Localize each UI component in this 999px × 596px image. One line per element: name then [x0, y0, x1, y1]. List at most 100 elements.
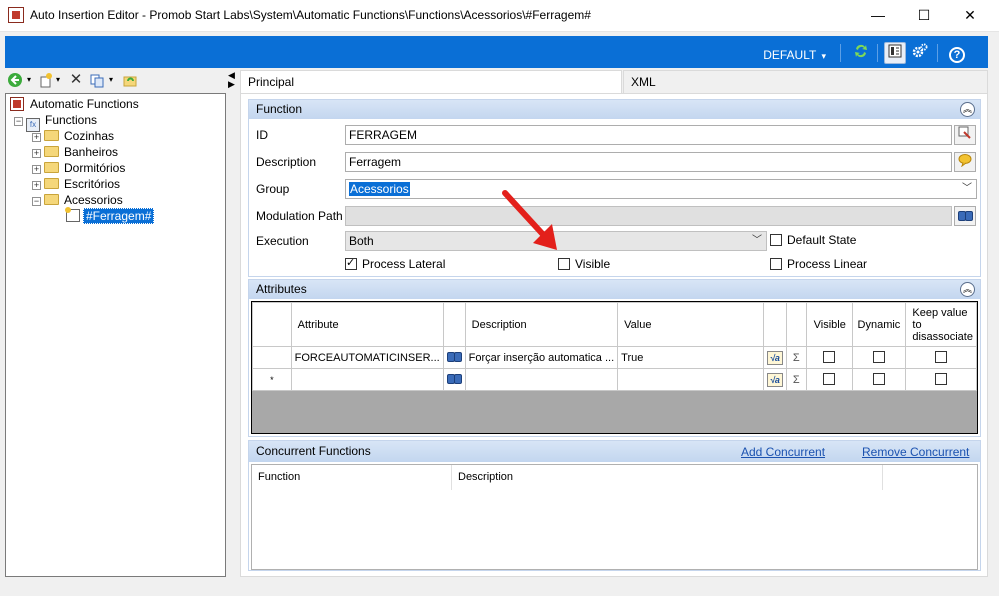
default-state-checkbox[interactable]: Default State [770, 233, 856, 247]
delete-icon[interactable]: ✕ [68, 72, 84, 88]
maximize-button[interactable]: ☐ [901, 0, 947, 30]
back-icon[interactable] [7, 72, 23, 88]
app-icon [8, 7, 24, 23]
tree-item-functions[interactable]: − fx Functions [14, 112, 99, 132]
attribute-cell[interactable] [290, 368, 444, 391]
collapse-icon[interactable]: ︽ [960, 282, 975, 297]
column-value[interactable]: Value [617, 302, 764, 347]
sigma-icon[interactable]: Σ [785, 346, 807, 369]
table-row-new[interactable]: * √a Σ [252, 368, 977, 391]
attribute-cell[interactable]: FORCEAUTOMATICINSER... [290, 346, 444, 369]
value-cell[interactable]: True [617, 346, 764, 369]
group-label: Group [256, 182, 290, 196]
id-label: ID [256, 128, 268, 142]
process-linear-checkbox[interactable]: Process Linear [770, 257, 867, 271]
profile-label: DEFAULT [763, 48, 817, 62]
function-panel: Function ︽ ID FERRAGEM Description Ferra… [248, 99, 981, 277]
profile-dropdown[interactable]: DEFAULT ▾ [763, 48, 826, 62]
modulation-path-label: Modulation Path [256, 209, 343, 223]
sigma-icon[interactable]: Σ [785, 368, 807, 391]
translate-icon[interactable] [954, 152, 976, 172]
settings-icon[interactable] [909, 42, 931, 64]
row-header-cell [252, 302, 292, 347]
keep-value-cell-checkbox[interactable] [905, 368, 977, 391]
execution-label: Execution [256, 234, 309, 248]
tree-item-cozinhas[interactable]: + Cozinhas [32, 128, 116, 144]
tree-item-banheiros[interactable]: + Banheiros [32, 144, 120, 160]
chevron-down-icon[interactable]: ▾ [109, 75, 113, 84]
function-tree: Automatic Functions − fx Functions + Cozinh… [5, 93, 226, 577]
table-row[interactable]: FORCEAUTOMATICINSER... Forçar inserção a… [252, 346, 977, 369]
id-pick-icon[interactable] [954, 125, 976, 145]
add-concurrent-link[interactable]: Add Concurrent [741, 445, 825, 459]
attributes-grid: Attribute Description Value Visible Dyna… [251, 301, 978, 434]
keep-value-cell-checkbox[interactable] [905, 346, 977, 369]
layout-icon[interactable] [884, 42, 906, 64]
attributes-panel-header: Attributes ︽ [249, 280, 980, 299]
window-title: Auto Insertion Editor - Promob Start Lab… [30, 8, 591, 22]
chevron-down-icon[interactable]: ▾ [56, 75, 60, 84]
column-attribute[interactable]: Attribute [290, 302, 444, 347]
search-binoculars-icon[interactable] [442, 346, 466, 369]
grid-header-row: Attribute Description Value Visible Dyna… [252, 302, 977, 347]
formula-icon[interactable]: √a [762, 346, 787, 369]
copy-icon[interactable] [89, 72, 105, 88]
process-lateral-checkbox[interactable]: Process Lateral [345, 256, 445, 271]
modulation-path-field[interactable] [345, 206, 952, 226]
description-field[interactable]: Ferragem [345, 152, 952, 172]
refresh-tree-icon[interactable] [122, 72, 138, 88]
expand-right-icon[interactable]: ▶ [228, 79, 235, 90]
toolbar-separator [937, 44, 938, 62]
visible-cell-checkbox[interactable] [805, 346, 853, 369]
dynamic-cell-checkbox[interactable] [851, 368, 907, 391]
id-field[interactable]: FERRAGEM [345, 125, 952, 145]
toolbar-separator [840, 44, 841, 62]
principal-content: Function ︽ ID FERRAGEM Description Ferra… [240, 93, 988, 577]
annotation-arrow-icon [502, 190, 557, 250]
concurrent-functions-list[interactable]: Function Description [251, 464, 978, 570]
tree-toolbar: ▾ ▾ ✕ ▾ [5, 72, 225, 92]
tree-root[interactable]: Automatic Functions [10, 96, 141, 112]
search-binoculars-icon[interactable] [442, 368, 466, 391]
concurrent-functions-panel: Concurrent Functions Add Concurrent Remo… [248, 440, 981, 571]
description-label: Description [256, 155, 317, 169]
tab-xml[interactable]: XML [623, 70, 988, 93]
search-binoculars-icon[interactable] [954, 206, 976, 226]
main-toolbar: DEFAULT ▾ ? [5, 36, 988, 68]
column-dynamic[interactable]: Dynamic [851, 302, 907, 347]
formula-icon[interactable]: √a [762, 368, 787, 391]
tree-item-escritorios[interactable]: + Escritórios [32, 176, 122, 192]
group-select[interactable]: Acessorios ﹀ [345, 179, 977, 199]
execution-value: Both [349, 234, 374, 248]
description-cell[interactable] [464, 368, 619, 391]
visible-cell-checkbox[interactable] [805, 368, 853, 391]
column-function[interactable]: Function [252, 465, 452, 490]
description-cell[interactable]: Forçar inserção automatica ... [464, 346, 619, 369]
collapse-icon[interactable]: ︽ [960, 102, 975, 117]
column-description[interactable]: Description [452, 465, 883, 490]
tree-item-ferragem[interactable]: #Ferragem# [65, 207, 155, 224]
chevron-down-icon[interactable]: ▾ [27, 75, 31, 84]
toolbar-separator [877, 44, 878, 62]
remove-concurrent-link[interactable]: Remove Concurrent [862, 445, 969, 459]
visible-checkbox[interactable]: Visible [558, 257, 610, 271]
dynamic-cell-checkbox[interactable] [851, 346, 907, 369]
tree-item-acessorios[interactable]: − Acessorios [32, 192, 125, 208]
chevron-down-icon: ▾ [821, 51, 826, 61]
help-icon[interactable]: ? [946, 42, 968, 64]
close-button[interactable]: ✕ [947, 0, 993, 30]
new-item-icon[interactable] [38, 72, 54, 88]
title-bar: Auto Insertion Editor - Promob Start Lab… [0, 0, 999, 32]
minimize-button[interactable]: — [855, 0, 901, 30]
chevron-down-icon: ﹀ [752, 235, 762, 246]
column-description[interactable]: Description [464, 302, 619, 347]
new-row-marker: * [252, 368, 292, 391]
chevron-down-icon: ﹀ [962, 183, 972, 194]
refresh-icon[interactable] [850, 42, 872, 64]
tree-item-dormitorios[interactable]: + Dormitórios [32, 160, 127, 176]
tab-principal[interactable]: Principal [240, 70, 622, 93]
column-visible[interactable]: Visible [805, 302, 853, 347]
function-panel-header: Function ︽ [249, 100, 980, 119]
value-cell[interactable] [617, 368, 764, 391]
column-keep-value[interactable]: Keep value to disassociate [905, 302, 977, 347]
